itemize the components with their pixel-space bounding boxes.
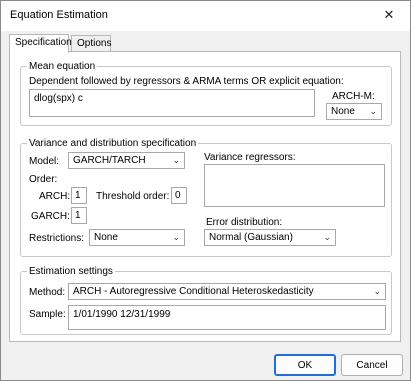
ok-button[interactable]: OK — [274, 354, 336, 376]
method-value: ARCH - Autoregressive Conditional Hetero… — [73, 286, 314, 297]
variance-regressors-label: Variance regressors: — [204, 152, 296, 163]
group-title: Mean equation — [27, 61, 98, 72]
garch-label: GARCH: — [31, 211, 70, 222]
chevron-down-icon: ⌄ — [172, 232, 180, 242]
tab-options[interactable]: Options — [71, 35, 111, 52]
sample-label: Sample: — [29, 309, 66, 320]
window-title: Equation Estimation — [10, 9, 108, 21]
estimation-settings-group: Estimation settings Method: ARCH - Autor… — [20, 266, 392, 335]
archm-label: ARCH-M: — [332, 91, 375, 102]
variance-group: Variance and distribution specification … — [20, 138, 392, 257]
archm-value: None — [331, 106, 355, 117]
title-bar: Equation Estimation ✕ — [1, 1, 410, 31]
chevron-down-icon: ⌄ — [369, 106, 377, 116]
arch-order-input[interactable]: 1 — [71, 187, 87, 204]
sample-input[interactable]: 1/01/1990 12/31/1999 — [68, 305, 386, 330]
threshold-order-label: Threshold order: — [96, 191, 170, 202]
order-label: Order: — [29, 174, 58, 185]
restrictions-select[interactable]: None ⌄ — [89, 229, 185, 246]
model-select[interactable]: GARCH/TARCH ⌄ — [68, 152, 185, 169]
model-label: Model: — [29, 156, 60, 167]
equation-instruction: Dependent followed by regressors & ARMA … — [29, 76, 344, 87]
model-value: GARCH/TARCH — [73, 155, 146, 166]
archm-select[interactable]: None ⌄ — [326, 103, 382, 120]
cancel-button[interactable]: Cancel — [341, 354, 403, 376]
restrictions-value: None — [94, 232, 118, 243]
arch-label: ARCH: — [39, 191, 71, 202]
variance-regressors-input[interactable] — [204, 164, 385, 207]
error-distribution-value: Normal (Gaussian) — [209, 232, 293, 243]
equation-input[interactable]: dlog(spx) c — [29, 89, 315, 117]
mean-equation-group: Mean equation Dependent followed by regr… — [20, 61, 392, 126]
method-select[interactable]: ARCH - Autoregressive Conditional Hetero… — [68, 283, 386, 300]
close-icon[interactable]: ✕ — [376, 4, 402, 26]
tab-specification[interactable]: Specification — [9, 34, 72, 53]
equation-estimation-dialog: Equation Estimation ✕ Specification Opti… — [0, 0, 411, 381]
group-title: Estimation settings — [27, 266, 115, 277]
chevron-down-icon: ⌄ — [323, 232, 331, 242]
error-distribution-select[interactable]: Normal (Gaussian) ⌄ — [204, 229, 336, 246]
group-title: Variance and distribution specification — [27, 138, 199, 149]
garch-order-input[interactable]: 1 — [71, 207, 87, 224]
chevron-down-icon: ⌄ — [172, 155, 180, 165]
method-label: Method: — [29, 287, 66, 298]
error-distribution-label: Error distribution: — [206, 217, 283, 228]
threshold-order-input[interactable]: 0 — [171, 187, 187, 204]
restrictions-label: Restrictions: — [29, 233, 85, 244]
specification-panel: Mean equation Dependent followed by regr… — [9, 51, 401, 342]
chevron-down-icon: ⌄ — [373, 286, 381, 296]
